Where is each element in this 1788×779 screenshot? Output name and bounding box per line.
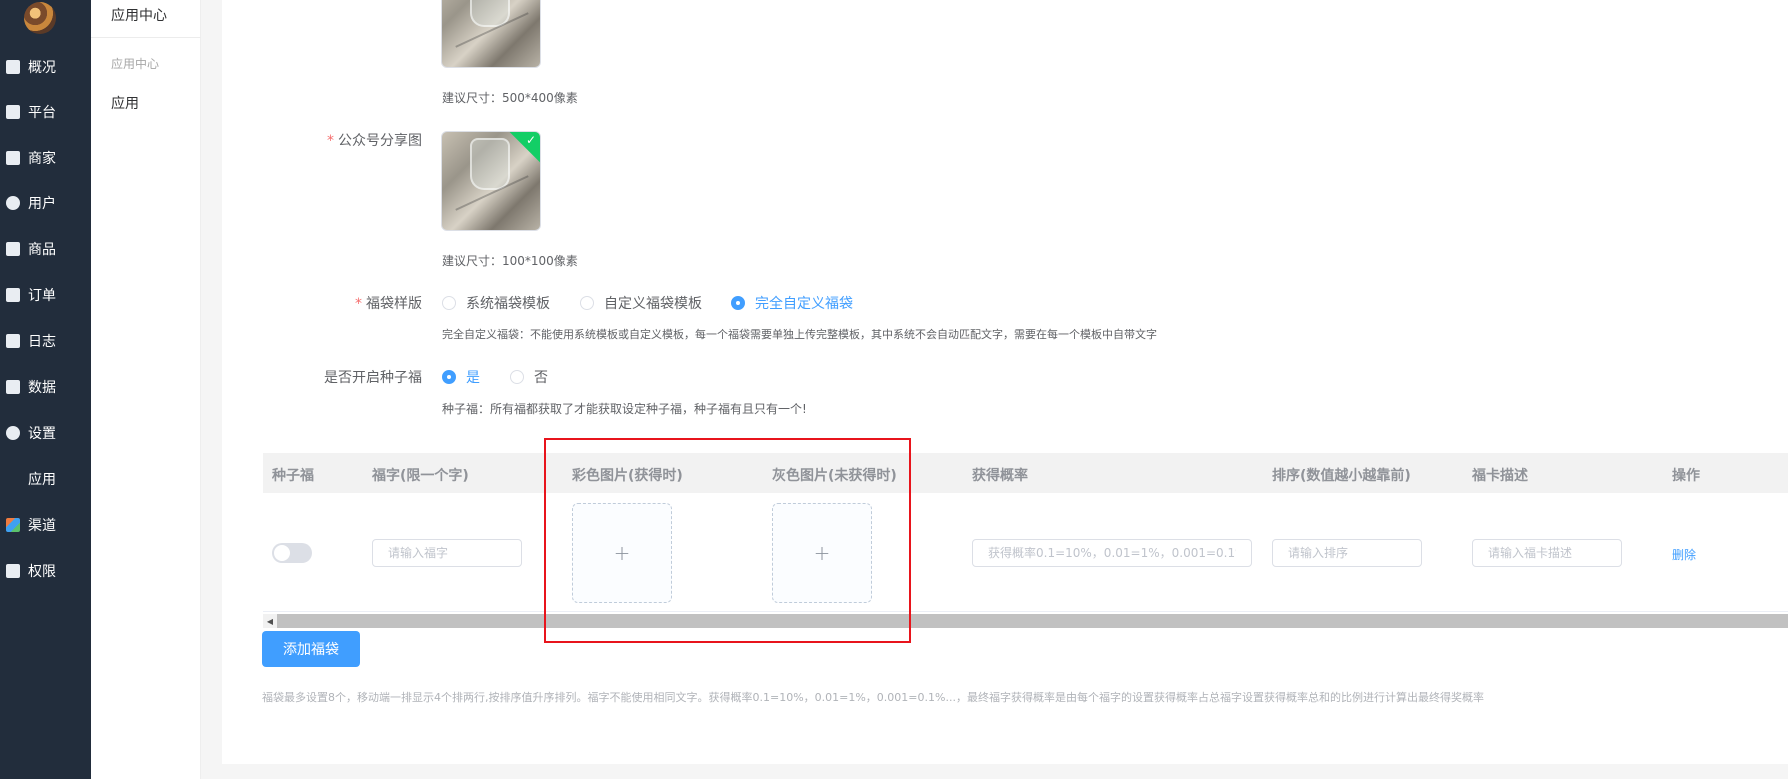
sidebar-item-label: 概况 [28,60,56,76]
delete-link[interactable]: 删除 [1672,546,1696,563]
sidebar-item-label: 应用 [28,472,56,488]
clipboard-icon [6,288,20,302]
sidebar-item-data[interactable]: 数据 [0,367,91,407]
style-label: * 福袋样版 [222,293,422,313]
sidebar-item-goods[interactable]: 商品 [0,229,91,269]
sidebar-item-label: 商品 [28,242,56,258]
sidebar-item-order[interactable]: 订单 [0,275,91,315]
style-hint: 完全自定义福袋：不能使用系统模板或自定义模板，每一个福袋需要单独上传完整模板，其… [442,328,1157,341]
scroll-left-arrow-icon[interactable]: ◀ [263,614,277,628]
seed-label: 是否开启种子福 [324,370,422,386]
required-mark: * [355,296,362,312]
sidebar-item-label: 权限 [28,564,56,580]
sidebar-item-label: 数据 [28,380,56,396]
share-image-label: * 公众号分享图 [222,130,422,150]
sidebar-item-log[interactable]: 日志 [0,321,91,361]
sidebar-item-settings[interactable]: 设置 [0,413,91,453]
secondary-sidebar: 应用中心 应用中心 应用 [91,0,201,779]
required-mark: * [327,133,334,149]
sidebar-item-label: 日志 [28,334,56,350]
column-header: 福卡描述 [1472,468,1528,484]
radio-circle [510,370,524,384]
seed-hint: 种子福：所有福都获取了才能获取设定种子福，种子福有且只有一个! [442,402,807,416]
radio-label: 系统福袋模板 [466,296,550,312]
sidebar-item-platform[interactable]: 平台 [0,92,91,132]
column-header: 获得概率 [972,468,1028,484]
radio-seed-yes[interactable]: 是 [442,367,480,387]
sort-input[interactable] [1272,539,1422,567]
store-icon [6,151,20,165]
column-header: 福字(限一个字) [372,468,469,484]
fu-char-input[interactable] [372,539,522,567]
cover-image-hint: 建议尺寸：500*400像素 [442,91,578,105]
highlight-annotation-box [544,438,911,643]
seed-toggle-switch[interactable] [272,543,312,563]
gear-icon [6,426,20,440]
sidebar-item-app[interactable]: 应用 [0,459,91,499]
bag-icon [6,242,20,256]
add-lucky-bag-button[interactable]: 添加福袋 [262,631,360,667]
sidebar-item-merchant[interactable]: 商家 [0,138,91,178]
thumbnail-glass [470,138,510,190]
column-header: 种子福 [272,468,314,484]
share-image-thumbnail[interactable]: ✓ [441,131,541,231]
sidebar-item-label: 渠道 [28,518,56,534]
sidebar-item-permission[interactable]: 权限 [0,551,91,591]
subnav-item-app[interactable]: 应用 [111,93,139,113]
sidebar-item-label: 商家 [28,151,56,167]
radio-label: 是 [466,370,480,386]
cover-image-thumbnail[interactable] [441,0,541,68]
radio-label: 自定义福袋模板 [604,296,702,312]
radio-circle [442,370,456,384]
row-divider [263,611,1788,612]
probability-input[interactable] [972,539,1252,567]
main-sidebar: 概况 平台 商家 用户 商品 订单 日志 数据 设置 应用 渠道 权限 [0,0,91,779]
monitor-icon [6,60,20,74]
sidebar-item-user[interactable]: 用户 [0,183,91,223]
column-header: 操作 [1672,468,1700,484]
radio-circle [731,296,745,310]
description-input[interactable] [1472,539,1622,567]
upload-success-badge [508,132,540,164]
radio-circle [442,296,456,310]
radio-custom-template[interactable]: 自定义福袋模板 [580,293,702,313]
footnote-text: 福袋最多设置8个，移动端一排显示4个排两行,按排序值升序排列。福字不能使用相同文… [262,691,1484,704]
horizontal-scrollbar[interactable] [263,614,1788,628]
logo-avatar[interactable] [24,2,56,34]
check-icon: ✓ [525,133,536,147]
bar-chart-icon [6,380,20,394]
sidebar-item-label: 订单 [28,288,56,304]
subnav-group-label: 应用中心 [111,57,160,71]
column-header: 排序(数值越小越靠前) [1272,468,1411,484]
radio-seed-no[interactable]: 否 [510,367,548,387]
sidebar-item-label: 用户 [28,196,56,212]
cube-icon [6,518,20,532]
radio-circle [580,296,594,310]
style-label-text: 福袋样版 [366,296,422,312]
share-image-hint: 建议尺寸：100*100像素 [442,254,578,268]
book-icon [6,334,20,348]
subnav-divider [91,37,201,38]
subnav-title: 应用中心 [111,8,167,24]
sidebar-item-overview[interactable]: 概况 [0,47,91,87]
radio-label: 完全自定义福袋 [755,296,853,312]
sidebar-item-channel[interactable]: 渠道 [0,505,91,545]
radio-full-custom[interactable]: 完全自定义福袋 [731,293,853,313]
radio-label: 否 [534,370,548,386]
sidebar-item-label: 设置 [28,426,56,442]
sidebar-item-label: 平台 [28,105,56,121]
app-grid-icon [6,472,20,486]
share-image-label-text: 公众号分享图 [338,133,422,149]
radio-system-template[interactable]: 系统福袋模板 [442,293,550,313]
table-header: 种子福 福字(限一个字) 彩色图片(获得时) 灰色图片(未获得时) 获得概率 排… [263,453,1788,493]
desktop-icon [6,105,20,119]
user-icon [6,196,20,210]
lock-icon [6,564,20,578]
